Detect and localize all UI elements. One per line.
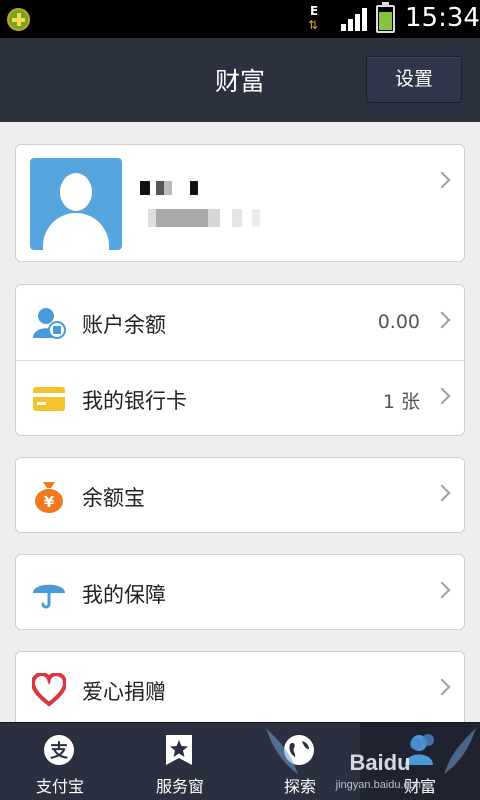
umbrella-icon bbox=[33, 584, 65, 609]
chevron-right-icon bbox=[433, 581, 451, 599]
heart-icon bbox=[32, 673, 66, 707]
profile-card[interactable] bbox=[15, 144, 465, 262]
signal-icon bbox=[341, 7, 371, 31]
bank-card-label: 我的银行卡 bbox=[82, 389, 187, 413]
insurance-card[interactable]: 我的保障 bbox=[15, 554, 465, 630]
status-bar: E ⇅ 15:34 bbox=[0, 0, 480, 38]
charity-label: 爱心捐赠 bbox=[82, 680, 166, 704]
tab-service-window[interactable]: 服务窗 bbox=[120, 723, 240, 800]
settings-button[interactable]: 设置 bbox=[366, 56, 462, 103]
insurance-label: 我的保障 bbox=[82, 583, 166, 607]
svg-text:¥: ¥ bbox=[44, 493, 55, 511]
avatar bbox=[30, 158, 122, 250]
globe-icon bbox=[284, 735, 314, 765]
star-icon bbox=[166, 735, 192, 765]
chevron-right-icon bbox=[433, 387, 451, 405]
tab-alipay[interactable]: 支 支付宝 bbox=[0, 723, 120, 800]
balance-row[interactable]: 账户余额 0.00 bbox=[16, 285, 464, 360]
chevron-right-icon bbox=[433, 678, 451, 696]
wealth-icon bbox=[405, 735, 433, 765]
chevron-right-icon bbox=[433, 171, 451, 189]
bank-card-count: 1 张 bbox=[382, 391, 420, 413]
chevron-right-icon bbox=[433, 484, 451, 502]
username-redacted bbox=[140, 181, 204, 195]
yue-bao-card[interactable]: ¥ 余额宝 bbox=[15, 457, 465, 533]
bank-card-icon bbox=[33, 387, 65, 411]
balance-label: 账户余额 bbox=[82, 313, 166, 337]
network-type-icon: E ⇅ bbox=[308, 4, 319, 32]
battery-icon bbox=[376, 2, 395, 33]
status-time: 15:34 bbox=[405, 3, 480, 33]
app-notification-icon bbox=[7, 8, 30, 31]
balance-icon bbox=[33, 308, 66, 339]
alipay-icon: 支 bbox=[44, 735, 74, 765]
chevron-right-icon bbox=[433, 311, 451, 329]
bank-card-row[interactable]: 我的银行卡 1 张 bbox=[16, 361, 464, 436]
svg-text:支: 支 bbox=[49, 740, 69, 762]
money-bag-icon: ¥ bbox=[35, 482, 63, 513]
app-header: 财富 设置 bbox=[0, 38, 480, 122]
yue-bao-label: 余额宝 bbox=[82, 486, 145, 510]
tab-explore[interactable]: 探索 bbox=[240, 723, 360, 800]
bottom-tab-bar: 支 支付宝 服务窗 探索 财富 bbox=[0, 722, 480, 800]
account-card: 账户余额 0.00 我的银行卡 1 张 bbox=[15, 284, 465, 436]
account-id-redacted bbox=[148, 209, 266, 227]
balance-value: 0.00 bbox=[377, 311, 420, 333]
tab-wealth[interactable]: 财富 bbox=[360, 723, 480, 800]
